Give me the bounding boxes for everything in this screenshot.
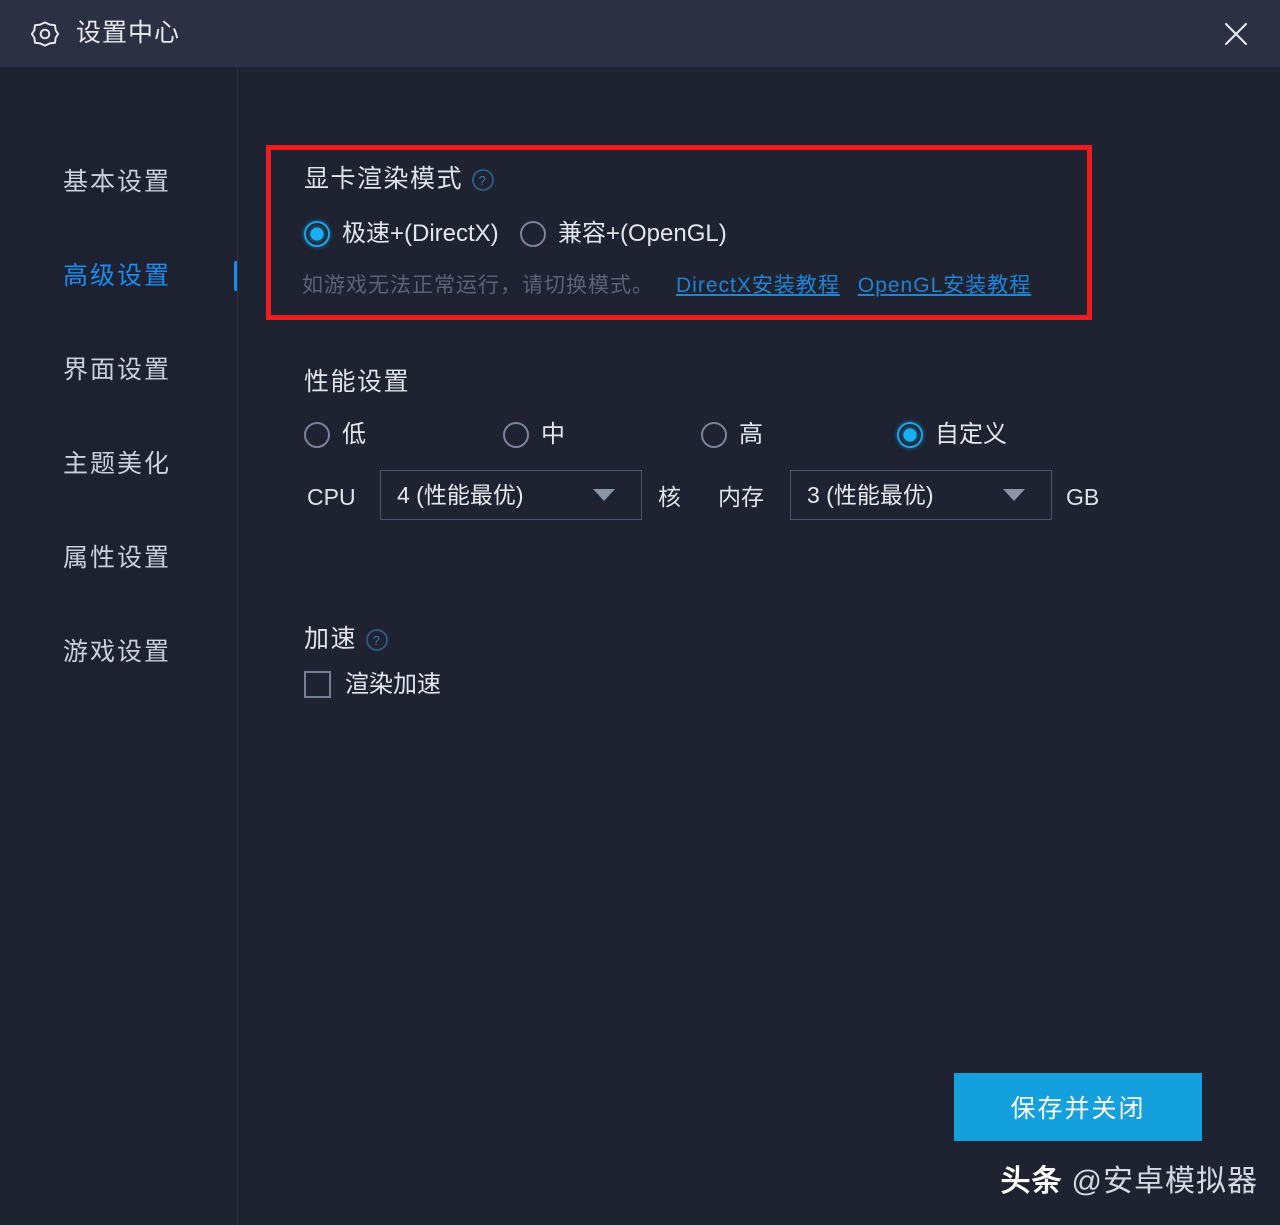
memory-label: 内存 bbox=[718, 484, 764, 510]
radio-indicator bbox=[503, 422, 529, 448]
sidebar-item-label: 属性设置 bbox=[63, 543, 172, 572]
directx-tutorial-link[interactable]: DirectX安装教程 bbox=[676, 275, 840, 296]
chevron-down-icon bbox=[1003, 489, 1025, 501]
opengl-tutorial-link[interactable]: OpenGL安装教程 bbox=[858, 275, 1031, 296]
render-mode-hint-row: 如游戏无法正常运行，请切换模式。 DirectX安装教程 OpenGL安装教程 bbox=[302, 275, 1031, 296]
watermark: 头条 @安卓模拟器 bbox=[1001, 1167, 1258, 1197]
help-circle-icon[interactable]: ? bbox=[365, 628, 389, 652]
radio-opengl[interactable]: 兼容+(OpenGL) bbox=[520, 221, 727, 247]
close-icon bbox=[1221, 19, 1251, 49]
cpu-select[interactable]: 4 (性能最优) bbox=[380, 470, 642, 520]
performance-title: 性能设置 bbox=[304, 368, 411, 396]
save-and-close-button[interactable]: 保存并关闭 bbox=[954, 1073, 1202, 1141]
render-mode-radio-group: 极速+(DirectX) 兼容+(OpenGL) bbox=[304, 221, 1004, 251]
render-acceleration-checkbox[interactable]: 渲染加速 bbox=[304, 671, 441, 698]
chevron-down-icon bbox=[593, 489, 615, 501]
sidebar-item-label: 游戏设置 bbox=[63, 637, 172, 666]
window-title: 设置中心 bbox=[76, 19, 181, 47]
radio-label: 极速+(DirectX) bbox=[342, 220, 499, 247]
radio-indicator bbox=[897, 422, 923, 448]
gear-icon bbox=[30, 19, 60, 49]
settings-center-window: 设置中心 基本设置 高级设置 界面设置 主题美化 属性设置 游戏设置 显卡渲染模… bbox=[0, 0, 1280, 1225]
watermark-handle: @安卓模拟器 bbox=[1071, 1165, 1258, 1198]
svg-text:?: ? bbox=[373, 633, 382, 648]
performance-radio-group: 低 中 高 自定义 bbox=[304, 422, 1104, 452]
radio-indicator bbox=[520, 221, 546, 247]
sidebar-item-basic-settings[interactable]: 基本设置 bbox=[0, 157, 237, 207]
radio-label: 高 bbox=[739, 421, 763, 448]
checkbox-indicator bbox=[304, 671, 331, 698]
help-circle-icon[interactable]: ? bbox=[471, 168, 495, 192]
sidebar-item-interface-settings[interactable]: 界面设置 bbox=[0, 345, 237, 395]
cpu-label: CPU bbox=[307, 484, 356, 510]
radio-label: 中 bbox=[541, 421, 565, 448]
cpu-unit-label: 核 bbox=[658, 484, 681, 510]
sidebar: 基本设置 高级设置 界面设置 主题美化 属性设置 游戏设置 bbox=[0, 67, 238, 1225]
sidebar-item-theme-beautify[interactable]: 主题美化 bbox=[0, 439, 237, 489]
sidebar-item-property-settings[interactable]: 属性设置 bbox=[0, 533, 237, 583]
sidebar-item-label: 基本设置 bbox=[63, 167, 172, 196]
cpu-select-value: 4 (性能最优) bbox=[397, 481, 524, 508]
radio-label: 自定义 bbox=[935, 421, 1007, 448]
render-mode-title: 显卡渲染模式 ? bbox=[304, 167, 495, 192]
sidebar-item-label: 界面设置 bbox=[63, 355, 172, 384]
title-bar-left: 设置中心 bbox=[30, 19, 180, 49]
watermark-brand: 头条 bbox=[1000, 1165, 1063, 1198]
window-body: 基本设置 高级设置 界面设置 主题美化 属性设置 游戏设置 显卡渲染模式 ? 极… bbox=[0, 67, 1280, 1225]
radio-performance-low[interactable]: 低 bbox=[304, 422, 366, 448]
radio-label: 兼容+(OpenGL) bbox=[558, 220, 727, 247]
sidebar-item-label: 高级设置 bbox=[63, 261, 172, 290]
radio-performance-custom[interactable]: 自定义 bbox=[897, 422, 1007, 448]
svg-text:?: ? bbox=[479, 173, 488, 188]
radio-indicator bbox=[701, 422, 727, 448]
acceleration-title: 加速 ? bbox=[304, 627, 389, 652]
sidebar-item-label: 主题美化 bbox=[63, 449, 172, 478]
title-bar: 设置中心 bbox=[0, 0, 1280, 67]
checkbox-label: 渲染加速 bbox=[345, 670, 441, 698]
sidebar-item-advanced-settings[interactable]: 高级设置 bbox=[0, 251, 238, 301]
radio-indicator bbox=[304, 422, 330, 448]
memory-select-value: 3 (性能最优) bbox=[807, 481, 934, 508]
radio-performance-high[interactable]: 高 bbox=[701, 422, 763, 448]
close-button[interactable] bbox=[1214, 12, 1258, 56]
radio-indicator bbox=[304, 221, 330, 247]
sidebar-item-game-settings[interactable]: 游戏设置 bbox=[0, 627, 237, 677]
memory-select[interactable]: 3 (性能最优) bbox=[790, 470, 1052, 520]
content-panel: 显卡渲染模式 ? 极速+(DirectX) 兼容+(OpenGL) 如游戏无法正… bbox=[238, 67, 1280, 1225]
render-mode-hint: 如游戏无法正常运行，请切换模式。 bbox=[302, 274, 654, 297]
radio-label: 低 bbox=[342, 421, 366, 448]
memory-unit-label: GB bbox=[1066, 484, 1100, 510]
radio-directx[interactable]: 极速+(DirectX) bbox=[304, 221, 499, 247]
radio-performance-medium[interactable]: 中 bbox=[503, 422, 565, 448]
